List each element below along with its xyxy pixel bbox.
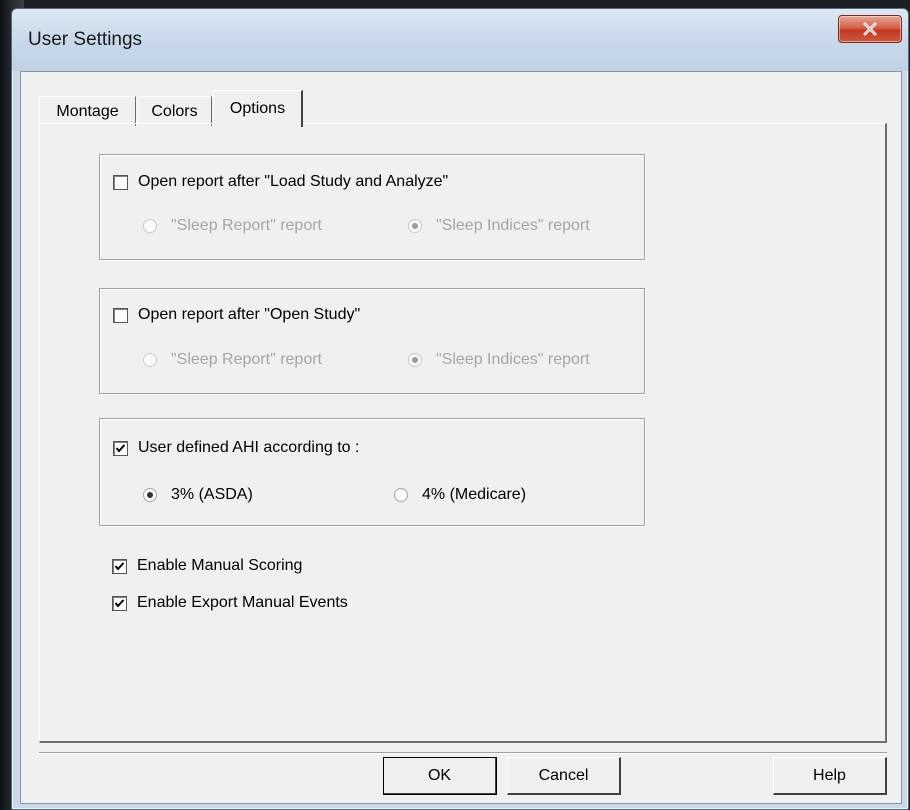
open-report-load-study-checkbox[interactable] bbox=[113, 174, 128, 190]
tab-colors[interactable]: Colors bbox=[137, 96, 212, 126]
open-report-open-study-checkbox[interactable] bbox=[113, 307, 128, 323]
ahi-4-percent-label: 4% (Medicare) bbox=[422, 486, 527, 503]
ahi-3-percent-radio[interactable] bbox=[143, 488, 157, 502]
open-study-sleep-report-radio bbox=[143, 353, 157, 367]
options-tab-panel: Open report after "Load Study and Analyz… bbox=[39, 123, 887, 743]
enable-manual-scoring-checkbox[interactable] bbox=[112, 558, 127, 574]
load-study-sleep-report-radio bbox=[143, 219, 157, 233]
help-button[interactable]: Help bbox=[773, 757, 887, 795]
enable-manual-scoring-label: Enable Manual Scoring bbox=[137, 557, 303, 574]
checkmark-icon bbox=[115, 443, 126, 453]
open-study-sleep-report-option: "Sleep Report" report bbox=[143, 351, 322, 369]
load-study-sleep-report-label: "Sleep Report" report bbox=[171, 217, 322, 234]
checkmark-icon bbox=[114, 598, 125, 608]
enable-manual-scoring-option[interactable]: Enable Manual Scoring bbox=[112, 557, 302, 575]
title-bar[interactable]: User Settings bbox=[12, 9, 908, 71]
load-study-sleep-indices-option: "Sleep Indices" report bbox=[408, 217, 590, 235]
enable-export-manual-events-option[interactable]: Enable Export Manual Events bbox=[112, 594, 348, 612]
open-report-open-study-label: Open report after "Open Study" bbox=[138, 306, 361, 323]
load-study-sleep-indices-label: "Sleep Indices" report bbox=[436, 217, 590, 234]
dialog-client-area: Montage Colors Options Open report after… bbox=[20, 71, 902, 804]
checkmark-icon bbox=[114, 561, 125, 571]
tab-montage[interactable]: Montage bbox=[39, 96, 136, 126]
ahi-3-percent-label: 3% (ASDA) bbox=[171, 486, 253, 503]
close-button[interactable] bbox=[838, 15, 902, 43]
tab-options[interactable]: Options bbox=[213, 90, 303, 127]
ahi-group: User defined AHI according to : 3% (ASDA… bbox=[99, 418, 645, 526]
cancel-button[interactable]: Cancel bbox=[507, 757, 621, 795]
enable-export-manual-events-checkbox[interactable] bbox=[112, 595, 127, 611]
tab-strip: Montage Colors Options bbox=[39, 82, 879, 127]
open-study-group: Open report after "Open Study" "Sleep Re… bbox=[99, 288, 645, 394]
user-defined-ahi-checkbox[interactable] bbox=[113, 440, 128, 456]
user-defined-ahi-label: User defined AHI according to : bbox=[138, 439, 360, 456]
ahi-3-percent-option[interactable]: 3% (ASDA) bbox=[143, 486, 253, 504]
enable-export-manual-events-label: Enable Export Manual Events bbox=[137, 594, 348, 611]
ok-button[interactable]: OK bbox=[383, 757, 497, 795]
user-settings-dialog: User Settings Montage Colors Options Ope… bbox=[11, 8, 909, 810]
close-icon bbox=[863, 22, 877, 36]
open-report-load-study-option[interactable]: Open report after "Load Study and Analyz… bbox=[113, 173, 448, 191]
footer-divider bbox=[39, 752, 887, 754]
ahi-4-percent-radio[interactable] bbox=[394, 488, 408, 502]
window-title: User Settings bbox=[28, 29, 143, 50]
open-report-load-study-label: Open report after "Load Study and Analyz… bbox=[138, 173, 449, 190]
open-report-open-study-option[interactable]: Open report after "Open Study" bbox=[113, 306, 360, 324]
open-study-sleep-indices-option: "Sleep Indices" report bbox=[408, 351, 590, 369]
open-study-sleep-report-label: "Sleep Report" report bbox=[171, 351, 322, 368]
load-study-sleep-indices-radio bbox=[408, 219, 422, 233]
user-defined-ahi-option[interactable]: User defined AHI according to : bbox=[113, 439, 359, 457]
load-study-sleep-report-option: "Sleep Report" report bbox=[143, 217, 322, 235]
open-study-sleep-indices-label: "Sleep Indices" report bbox=[436, 351, 590, 368]
ahi-4-percent-option[interactable]: 4% (Medicare) bbox=[394, 486, 526, 504]
open-study-sleep-indices-radio bbox=[408, 353, 422, 367]
load-study-group: Open report after "Load Study and Analyz… bbox=[99, 154, 645, 260]
